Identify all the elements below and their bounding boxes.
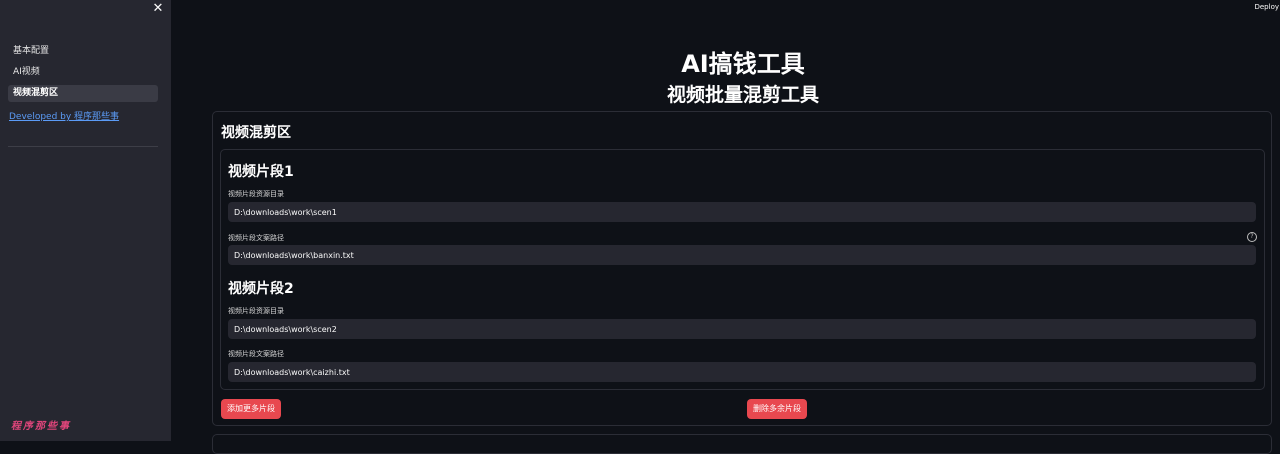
segment-1-dir-label: 视频片段资源目录: [228, 190, 284, 198]
segment-1-title: 视频片段1: [228, 164, 294, 180]
segment-2-title: 视频片段2: [228, 281, 294, 297]
segment-1-text-label: 视频片段文案路径: [228, 234, 284, 242]
developed-by-link[interactable]: Developed by 程序那些事: [9, 109, 119, 122]
next-section-container: [212, 434, 1272, 454]
sidebar-item-ai-video[interactable]: AI视频: [8, 64, 158, 81]
sidebar-divider: [8, 146, 158, 147]
segment-1-text-input[interactable]: [228, 245, 1256, 265]
segments-container: [220, 149, 1265, 390]
segment-2-dir-label: 视频片段资源目录: [228, 307, 284, 315]
sidebar-item-video-mix[interactable]: 视频混剪区: [8, 85, 158, 102]
segment-2-text-label: 视频片段文案路径: [228, 350, 284, 358]
page-title: AI搞钱工具: [681, 50, 805, 78]
close-icon[interactable]: ✕: [150, 1, 166, 17]
segment-2-text-input[interactable]: [228, 362, 1256, 382]
page-subtitle: 视频批量混剪工具: [666, 84, 819, 106]
sidebar-nav: 基本配置 AI视频 视频混剪区: [8, 43, 158, 106]
watermark-text: 程序那些事: [11, 421, 71, 432]
section-title: 视频混剪区: [221, 125, 291, 141]
segment-2-dir-input[interactable]: [228, 319, 1256, 339]
delete-segment-button[interactable]: 删除多余片段: [747, 399, 807, 419]
help-icon[interactable]: ?: [1247, 232, 1257, 242]
sidebar-item-basic-config[interactable]: 基本配置: [8, 43, 158, 60]
sidebar: ✕ 基本配置 AI视频 视频混剪区 Developed by 程序那些事 程序那…: [0, 0, 171, 441]
deploy-button[interactable]: Deploy: [1254, 3, 1279, 11]
segment-1-dir-input[interactable]: [228, 202, 1256, 222]
add-segment-button[interactable]: 添加更多片段: [221, 399, 281, 419]
